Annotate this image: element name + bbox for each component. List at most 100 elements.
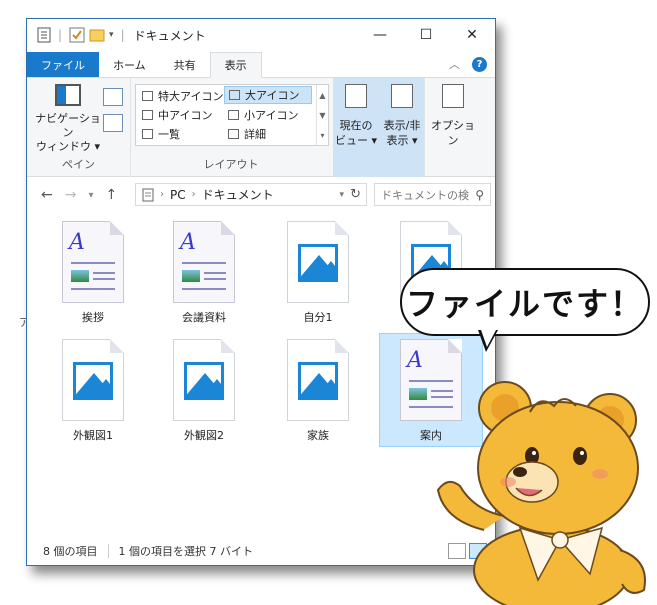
current-view-label: 現在の ビュー ▾	[334, 119, 378, 147]
options-button[interactable]: オプション	[427, 84, 479, 148]
recent-locations-icon[interactable]: ▾	[88, 190, 93, 201]
breadcrumb-arrow-icon: ›	[191, 189, 196, 200]
file-name: 会議資料	[182, 311, 226, 324]
pane-group: ナビゲーション ウィンドウ ▾ ペイン	[27, 78, 131, 177]
layout-details[interactable]: 詳細	[224, 125, 270, 143]
breadcrumb-documents[interactable]: ドキュメント	[202, 186, 274, 203]
breadcrumb-arrow-icon: ›	[160, 189, 164, 200]
address-bar[interactable]: › PC › ドキュメント ▾ ↻	[135, 183, 367, 206]
document-icon: A	[62, 221, 124, 303]
layout-option-label: 大アイコン	[245, 89, 300, 102]
expand-gallery-icon[interactable]: ▾	[320, 131, 324, 140]
item-count: 8 個の項目	[43, 545, 98, 558]
layout-list[interactable]: 一覧	[138, 125, 184, 143]
navigation-pane-label: ナビゲーション ウィンドウ ▾	[35, 112, 101, 153]
layout-small-icons[interactable]: 小アイコン	[224, 106, 302, 124]
show-hide-button[interactable]: 表示/非 表示 ▾	[379, 84, 425, 148]
ribbon-tab-right: ︿ ?	[449, 56, 487, 72]
navigation-pane-button[interactable]: ナビゲーション ウィンドウ ▾	[33, 84, 103, 154]
layout-option-label: 一覧	[158, 128, 180, 141]
layout-group-label: レイアウト	[203, 158, 259, 171]
minimize-button[interactable]: —	[357, 19, 403, 51]
navigation-pane-icon	[55, 84, 81, 106]
selection-info: 1 個の項目を選択 7 バイト	[118, 545, 254, 558]
medium-icons-icon	[142, 110, 153, 120]
status-separator	[107, 544, 109, 558]
current-view-group: 現在の ビュー ▾ 表示/非 表示 ▾	[333, 78, 425, 177]
window-title: ドキュメント	[133, 28, 206, 43]
file-item[interactable]: A 挨拶	[47, 221, 139, 325]
document-icon: A	[173, 221, 235, 303]
help-icon[interactable]: ?	[472, 56, 487, 72]
preview-pane-icon[interactable]	[103, 88, 123, 106]
file-item[interactable]: A 会議資料	[158, 221, 250, 325]
nav-buttons: ← → ▾ ↑	[27, 187, 117, 203]
speech-bubble-tail-fill	[481, 330, 496, 347]
show-hide-label: 表示/非 表示 ▾	[383, 119, 421, 147]
details-pane-icon[interactable]	[103, 114, 123, 132]
tab-file[interactable]: ファイル	[27, 52, 99, 77]
file-item[interactable]: 外観図1	[47, 339, 139, 443]
scroll-up-icon[interactable]: ▲	[319, 91, 325, 100]
breadcrumb-pc[interactable]: PC	[170, 188, 186, 202]
tab-home[interactable]: ホーム	[99, 52, 160, 77]
image-file-icon	[62, 339, 124, 421]
title-bar: | ▾ | ドキュメント — ☐ ✕	[27, 19, 495, 51]
layout-option-label: 特大アイコン	[158, 90, 224, 103]
details-icon	[228, 129, 239, 139]
file-name: 外観図1	[73, 429, 113, 442]
checkmark-icon[interactable]	[69, 27, 85, 43]
show-hide-icon	[391, 84, 413, 108]
extra-large-icons-icon	[142, 91, 153, 101]
properties-icon[interactable]	[37, 27, 51, 43]
address-dropdown-icon[interactable]: ▾	[339, 190, 344, 200]
options-label: オプション	[431, 119, 475, 147]
layout-extra-large-icons[interactable]: 特大アイコン	[138, 87, 227, 105]
document-folder-icon	[142, 188, 154, 201]
options-icon	[442, 84, 464, 108]
close-button[interactable]: ✕	[449, 19, 495, 51]
image-file-icon	[287, 339, 349, 421]
teddy-bear-mascot	[436, 381, 646, 605]
ribbon: ナビゲーション ウィンドウ ▾ ペイン レイアウト 特大アイコン 大アイコン 中…	[27, 78, 495, 177]
file-item[interactable]: 家族	[272, 339, 364, 443]
qa-separator: |	[58, 28, 63, 42]
file-item[interactable]: 外観図2	[158, 339, 250, 443]
file-name: 外観図2	[184, 429, 224, 442]
current-view-icon	[345, 84, 367, 108]
maximize-button[interactable]: ☐	[403, 19, 449, 51]
large-icons-icon	[229, 90, 240, 100]
tab-share[interactable]: 共有	[160, 52, 210, 77]
collapse-ribbon-icon[interactable]: ︿	[449, 56, 460, 72]
back-arrow-icon[interactable]: ←	[41, 187, 53, 203]
layout-medium-icons[interactable]: 中アイコン	[138, 106, 216, 124]
file-name: 挨拶	[82, 311, 104, 324]
new-folder-icon[interactable]	[89, 27, 105, 43]
layout-option-label: 中アイコン	[158, 109, 213, 122]
layout-gallery: 特大アイコン 大アイコン 中アイコン 小アイコン 一覧 詳細 ▲ ▼ ▾	[135, 84, 329, 146]
search-input[interactable]: ドキュメントの検 ⚲	[374, 183, 491, 206]
forward-arrow-icon[interactable]: →	[65, 187, 77, 203]
refresh-icon[interactable]: ↻	[350, 187, 361, 202]
layout-option-label: 小アイコン	[244, 109, 299, 122]
qa-separator: |	[120, 28, 125, 42]
layout-gallery-scroll[interactable]: ▲ ▼ ▾	[316, 85, 328, 145]
layout-large-icons[interactable]: 大アイコン	[224, 86, 312, 104]
quick-access-toolbar: | ▾ |	[27, 27, 128, 43]
current-view-button[interactable]: 現在の ビュー ▾	[333, 84, 379, 148]
list-icon	[142, 129, 153, 139]
tab-view[interactable]: 表示	[209, 52, 262, 78]
search-placeholder: ドキュメントの検	[381, 188, 469, 202]
qa-dropdown-icon[interactable]: ▾	[109, 30, 114, 40]
address-row: ← → ▾ ↑ › PC › ドキュメント ▾ ↻ ドキュメントの検 ⚲	[27, 177, 495, 213]
search-icon[interactable]: ⚲	[475, 188, 484, 202]
scene: ア | ▾ | ドキュメント — ☐ ✕ ファイル ホーム 共有 表示 ︿ ? …	[0, 0, 657, 605]
scroll-down-icon[interactable]: ▼	[319, 111, 325, 120]
window-controls: — ☐ ✕	[357, 19, 495, 51]
pane-group-label: ペイン	[62, 158, 95, 171]
file-item[interactable]: 自分1	[272, 221, 364, 325]
ribbon-tabs: ファイル ホーム 共有 表示 ︿ ?	[27, 52, 495, 78]
up-arrow-icon[interactable]: ↑	[106, 187, 118, 203]
image-file-icon	[287, 221, 349, 303]
layout-option-label: 詳細	[244, 128, 266, 141]
